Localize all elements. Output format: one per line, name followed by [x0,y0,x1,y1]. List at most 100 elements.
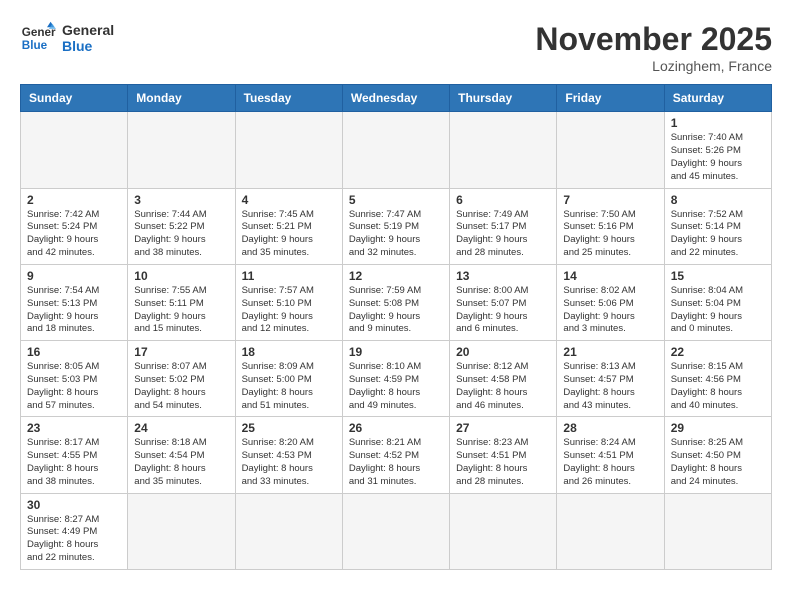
calendar-cell [557,493,664,569]
calendar-cell [557,112,664,188]
calendar-cell: 9Sunrise: 7:54 AM Sunset: 5:13 PM Daylig… [21,264,128,340]
day-info: Sunrise: 8:00 AM Sunset: 5:07 PM Dayligh… [456,285,550,336]
calendar-cell: 16 Sunrise: 8:05 AM Sunset: 5:03 PM Dayli… [21,341,128,417]
calendar-cell [342,112,449,188]
svg-text:Blue: Blue [22,39,48,52]
calendar-cell: 27 Sunrise: 8:23 AM Sunset: 4:51 PM Dayli… [450,417,557,493]
day-info: Sunrise: 7:42 AM Sunset: 5:24 PM Dayligh… [27,209,121,260]
calendar-cell: 28Sunrise: 8:24 AM Sunset: 4:51 PM Dayli… [557,417,664,493]
day-info: Sunrise: 7:52 AM Sunset: 5:14 PM Dayligh… [671,209,765,260]
calendar-cell: 17 Sunrise: 8:07 AM Sunset: 5:02 PM Dayli… [128,341,235,417]
day-number: 30 [27,498,121,512]
day-header-thursday: Thursday [450,85,557,112]
calendar-cell: 4 Sunrise: 7:45 AM Sunset: 5:21 PM Daylig… [235,188,342,264]
calendar-cell: 1Sunrise: 7:40 AM Sunset: 5:26 PM Daylig… [664,112,771,188]
day-info: Sunrise: 7:59 AM Sunset: 5:08 PM Dayligh… [349,285,443,336]
day-number: 17 [134,345,228,359]
day-info: Sunrise: 8:27 AM Sunset: 4:49 PM Dayligh… [27,514,121,565]
day-number: 23 [27,421,121,435]
day-number: 2 [27,193,121,207]
day-header-saturday: Saturday [664,85,771,112]
day-number: 22 [671,345,765,359]
day-info: Sunrise: 7:50 AM Sunset: 5:16 PM Dayligh… [563,209,657,260]
day-number: 13 [456,269,550,283]
day-number: 29 [671,421,765,435]
calendar-cell: 18 Sunrise: 8:09 AM Sunset: 5:00 PM Dayli… [235,341,342,417]
day-info: Sunrise: 8:25 AM Sunset: 4:50 PM Dayligh… [671,437,765,488]
day-info: Sunrise: 8:10 AM Sunset: 4:59 PM Dayligh… [349,361,443,412]
day-info: Sunrise: 8:07 AM Sunset: 5:02 PM Dayligh… [134,361,228,412]
calendar-cell [450,493,557,569]
day-number: 19 [349,345,443,359]
day-number: 5 [349,193,443,207]
day-number: 12 [349,269,443,283]
day-info: Sunrise: 7:55 AM Sunset: 5:11 PM Dayligh… [134,285,228,336]
calendar-week-row: 1Sunrise: 7:40 AM Sunset: 5:26 PM Daylig… [21,112,772,188]
calendar-header-row: SundayMondayTuesdayWednesdayThursdayFrid… [21,85,772,112]
day-info: Sunrise: 8:17 AM Sunset: 4:55 PM Dayligh… [27,437,121,488]
calendar-cell: 8Sunrise: 7:52 AM Sunset: 5:14 PM Daylig… [664,188,771,264]
month-title: November 2025 [535,20,772,58]
logo: General Blue General Blue [20,20,114,56]
calendar-cell: 19 Sunrise: 8:10 AM Sunset: 4:59 PM Dayli… [342,341,449,417]
day-header-wednesday: Wednesday [342,85,449,112]
day-number: 25 [242,421,336,435]
calendar-table: SundayMondayTuesdayWednesdayThursdayFrid… [20,84,772,570]
day-number: 26 [349,421,443,435]
day-number: 18 [242,345,336,359]
calendar-cell: 23 Sunrise: 8:17 AM Sunset: 4:55 PM Dayli… [21,417,128,493]
calendar-cell: 7 Sunrise: 7:50 AM Sunset: 5:16 PM Daylig… [557,188,664,264]
calendar-cell: 12 Sunrise: 7:59 AM Sunset: 5:08 PM Dayli… [342,264,449,340]
day-number: 20 [456,345,550,359]
calendar-cell: 11 Sunrise: 7:57 AM Sunset: 5:10 PM Dayli… [235,264,342,340]
day-number: 27 [456,421,550,435]
day-number: 24 [134,421,228,435]
day-info: Sunrise: 8:15 AM Sunset: 4:56 PM Dayligh… [671,361,765,412]
day-info: Sunrise: 8:04 AM Sunset: 5:04 PM Dayligh… [671,285,765,336]
day-info: Sunrise: 7:54 AM Sunset: 5:13 PM Dayligh… [27,285,121,336]
calendar-week-row: 30 Sunrise: 8:27 AM Sunset: 4:49 PM Dayli… [21,493,772,569]
day-info: Sunrise: 8:13 AM Sunset: 4:57 PM Dayligh… [563,361,657,412]
calendar-week-row: 2 Sunrise: 7:42 AM Sunset: 5:24 PM Daylig… [21,188,772,264]
day-header-monday: Monday [128,85,235,112]
calendar-cell: 15 Sunrise: 8:04 AM Sunset: 5:04 PM Dayli… [664,264,771,340]
calendar-cell [664,493,771,569]
calendar-cell: 5Sunrise: 7:47 AM Sunset: 5:19 PM Daylig… [342,188,449,264]
day-number: 7 [563,193,657,207]
day-number: 15 [671,269,765,283]
day-header-friday: Friday [557,85,664,112]
calendar-cell [128,493,235,569]
day-info: Sunrise: 8:09 AM Sunset: 5:00 PM Dayligh… [242,361,336,412]
day-number: 3 [134,193,228,207]
day-info: Sunrise: 8:24 AM Sunset: 4:51 PM Dayligh… [563,437,657,488]
calendar-cell [128,112,235,188]
day-info: Sunrise: 8:23 AM Sunset: 4:51 PM Dayligh… [456,437,550,488]
day-info: Sunrise: 7:40 AM Sunset: 5:26 PM Dayligh… [671,132,765,183]
day-number: 21 [563,345,657,359]
day-number: 10 [134,269,228,283]
calendar-cell: 24 Sunrise: 8:18 AM Sunset: 4:54 PM Dayli… [128,417,235,493]
day-number: 11 [242,269,336,283]
day-info: Sunrise: 7:57 AM Sunset: 5:10 PM Dayligh… [242,285,336,336]
day-info: Sunrise: 7:44 AM Sunset: 5:22 PM Dayligh… [134,209,228,260]
calendar-cell: 29 Sunrise: 8:25 AM Sunset: 4:50 PM Dayli… [664,417,771,493]
logo-icon: General Blue [20,20,56,56]
day-info: Sunrise: 8:20 AM Sunset: 4:53 PM Dayligh… [242,437,336,488]
calendar-cell: 10 Sunrise: 7:55 AM Sunset: 5:11 PM Dayli… [128,264,235,340]
location-subtitle: Lozinghem, France [535,58,772,74]
calendar-cell: 6Sunrise: 7:49 AM Sunset: 5:17 PM Daylig… [450,188,557,264]
calendar-cell: 20Sunrise: 8:12 AM Sunset: 4:58 PM Dayli… [450,341,557,417]
title-block: November 2025 Lozinghem, France [535,20,772,74]
day-info: Sunrise: 8:05 AM Sunset: 5:03 PM Dayligh… [27,361,121,412]
logo-blue-text: Blue [62,38,114,54]
day-number: 16 [27,345,121,359]
day-number: 4 [242,193,336,207]
day-header-sunday: Sunday [21,85,128,112]
calendar-week-row: 23 Sunrise: 8:17 AM Sunset: 4:55 PM Dayli… [21,417,772,493]
calendar-cell: 21 Sunrise: 8:13 AM Sunset: 4:57 PM Dayli… [557,341,664,417]
day-header-tuesday: Tuesday [235,85,342,112]
day-info: Sunrise: 8:18 AM Sunset: 4:54 PM Dayligh… [134,437,228,488]
day-info: Sunrise: 7:45 AM Sunset: 5:21 PM Dayligh… [242,209,336,260]
calendar-cell: 22 Sunrise: 8:15 AM Sunset: 4:56 PM Dayli… [664,341,771,417]
calendar-cell: 14Sunrise: 8:02 AM Sunset: 5:06 PM Dayli… [557,264,664,340]
